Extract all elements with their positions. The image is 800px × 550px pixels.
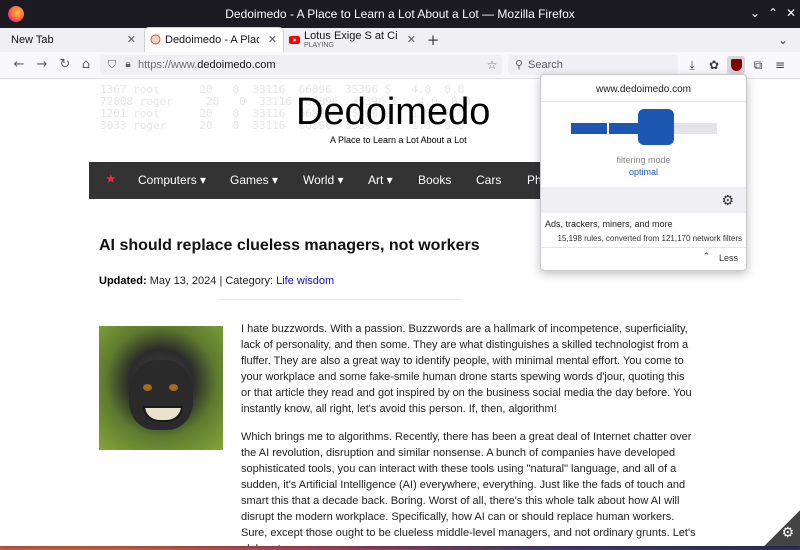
menu-item-computers[interactable]: Computers ▾ — [138, 173, 206, 187]
article-paragraph-1: I hate buzzwords. With a passion. Buzzwo… — [241, 323, 692, 415]
window-title: Dedoimedo - A Place to Learn a Lot About… — [225, 7, 575, 21]
ublock-popup: www.dedoimedo.com filtering mode optimal… — [540, 74, 747, 271]
downloads-icon[interactable]: ⤓ — [683, 56, 701, 74]
divider — [541, 247, 746, 248]
close-icon[interactable]: ✕ — [784, 6, 798, 20]
gear-icon: ⚙ — [781, 525, 794, 541]
new-tab-plus-icon[interactable]: + — [424, 31, 442, 49]
extension-icon[interactable]: ✿ — [705, 56, 723, 74]
tab-close-icon[interactable]: ✕ — [407, 33, 416, 46]
tab-label: Dedoimedo - A Place to Lea — [165, 34, 259, 46]
maximize-icon[interactable]: ⌃ — [766, 6, 780, 20]
bookmark-star-icon[interactable]: ☆ — [483, 56, 501, 74]
dashboard-gears-icon[interactable]: ⚙ — [721, 192, 734, 209]
tab-strip: New Tab ✕ Dedoimedo - A Place to Lea ✕ L… — [0, 27, 800, 53]
tab-close-icon[interactable]: ✕ — [268, 33, 277, 46]
reload-icon[interactable]: ↻ — [56, 56, 74, 74]
monkey-photo — [99, 326, 223, 450]
site-tagline: A Place to Learn a Lot About a Lot — [330, 135, 467, 145]
home-star-icon[interactable]: ★ — [105, 172, 117, 187]
category-link[interactable]: Life wisdom — [276, 275, 334, 287]
list-all-tabs-chevron-icon[interactable]: ⌄ — [774, 31, 792, 49]
search-input[interactable]: ⚲ Search — [508, 55, 678, 75]
forward-arrow-icon[interactable]: → — [33, 56, 51, 74]
url-text: https://www.dedoimedo.com — [138, 59, 276, 71]
menu-item-games[interactable]: Games ▾ — [230, 173, 278, 187]
tab-dedoimedo[interactable]: Dedoimedo - A Place to Lea ✕ — [144, 27, 284, 53]
stats-heading: Ads, trackers, miners, and more — [545, 219, 673, 229]
ublock-origin-icon[interactable] — [727, 56, 745, 74]
article-title: AI should replace clueless managers, not… — [99, 237, 480, 254]
page-settings-corner[interactable]: ⚙ — [764, 510, 800, 546]
chevron-up-icon[interactable]: ⌃ — [702, 251, 710, 262]
title-bar: Dedoimedo - A Place to Learn a Lot About… — [0, 0, 800, 28]
filtering-mode-label: filtering mode — [616, 155, 671, 165]
updated-date: May 13, 2024 | Category: — [149, 275, 274, 287]
stats-rules: 15,198 rules, converted from 121,170 net… — [557, 234, 742, 243]
popup-domain: www.dedoimedo.com — [595, 84, 692, 95]
tab-new-tab[interactable]: New Tab ✕ — [4, 28, 142, 52]
menu-item-books[interactable]: Books — [418, 173, 451, 187]
slider-tick — [607, 123, 609, 134]
browser-window: Dedoimedo - A Place to Learn a Lot About… — [0, 0, 800, 546]
divider — [220, 299, 460, 300]
minimize-icon[interactable]: ⌄ — [748, 6, 762, 20]
back-arrow-icon[interactable]: ← — [10, 56, 28, 74]
divider — [541, 101, 746, 102]
hamburger-menu-icon[interactable]: ≡ — [771, 56, 789, 74]
dedoimedo-favicon-icon — [150, 34, 161, 45]
home-icon[interactable]: ⌂ — [77, 56, 95, 74]
search-icon: ⚲ — [514, 59, 524, 71]
less-button[interactable]: Less — [719, 253, 738, 263]
menu-item-cars[interactable]: Cars — [476, 173, 501, 187]
tab-playing-status: PLAYING — [304, 42, 334, 49]
popup-tools-row: ⚙ — [541, 187, 746, 213]
tab-label: Lotus Exige S at Circuit de — [304, 30, 398, 42]
filtering-slider-knob[interactable] — [638, 109, 674, 145]
youtube-favicon-icon — [289, 36, 300, 44]
tab-close-icon[interactable]: ✕ — [127, 33, 136, 46]
article-meta: Updated: May 13, 2024 | Category: Life w… — [99, 275, 334, 287]
extensions-puzzle-icon[interactable]: ⧉ — [749, 56, 767, 74]
lock-icon[interactable]: 🔒︎ — [119, 56, 137, 74]
url-bar[interactable]: ⛉ 🔒︎ https://www.dedoimedo.com ☆ — [100, 55, 502, 75]
tab-youtube[interactable]: Lotus Exige S at Circuit de PLAYING ✕ — [284, 28, 422, 52]
menu-item-world[interactable]: World ▾ — [303, 173, 343, 187]
site-title[interactable]: Dedoimedo — [296, 91, 490, 134]
tab-label: New Tab — [11, 34, 54, 46]
article-paragraph-2: Which brings me to algorithms. Recently,… — [241, 431, 696, 546]
updated-label: Updated: — [99, 275, 147, 287]
filtering-mode-value[interactable]: optimal — [541, 167, 746, 177]
menu-item-art[interactable]: Art ▾ — [368, 173, 393, 187]
search-placeholder: Search — [528, 59, 563, 71]
